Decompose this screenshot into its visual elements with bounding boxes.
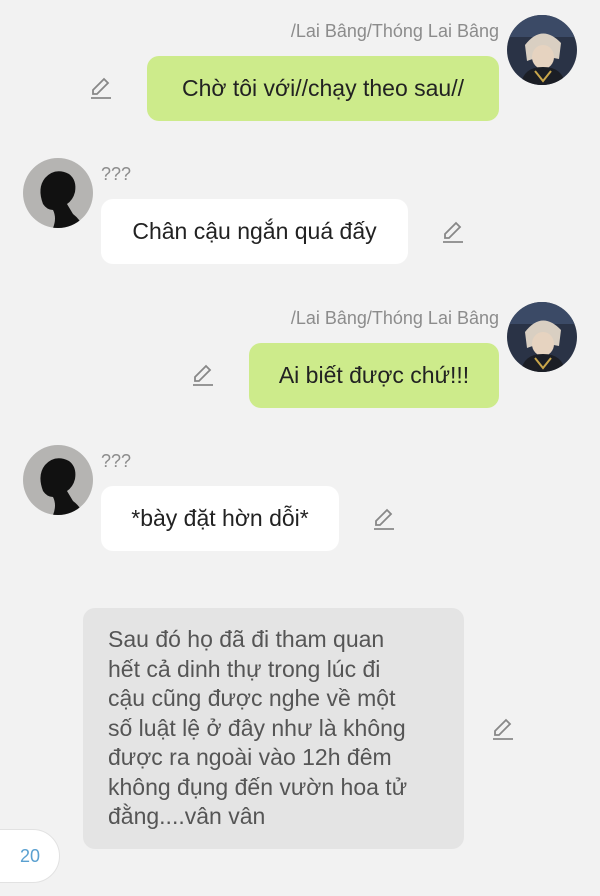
message-bubble: Chân cậu ngắn quá đấy: [101, 199, 408, 264]
speaker-name: /Lai Bâng/Thóng Lai Bâng: [290, 21, 499, 41]
speaker-name: ???: [101, 451, 132, 471]
edit-icon[interactable]: [88, 75, 114, 101]
edit-icon[interactable]: [440, 219, 466, 245]
silhouette-avatar[interactable]: [23, 158, 93, 228]
message-bubble: Chờ tôi với//chạy theo sau//: [147, 56, 499, 121]
edit-icon[interactable]: [190, 362, 216, 388]
character-avatar[interactable]: [507, 302, 577, 372]
speaker-name: ???: [101, 164, 132, 184]
page-number-badge[interactable]: 20: [0, 829, 60, 883]
message-bubble: Ai biết được chứ!!!: [249, 343, 499, 408]
speaker-name: /Lai Bâng/Thóng Lai Bâng: [290, 308, 499, 328]
edit-icon[interactable]: [490, 716, 516, 742]
character-avatar[interactable]: [507, 15, 577, 85]
narration-block: Sau đó họ đã đi tham quan hết cả dinh th…: [83, 608, 464, 849]
message-bubble: *bày đặt hờn dỗi*: [101, 486, 339, 551]
silhouette-avatar[interactable]: [23, 445, 93, 515]
edit-icon[interactable]: [371, 506, 397, 532]
